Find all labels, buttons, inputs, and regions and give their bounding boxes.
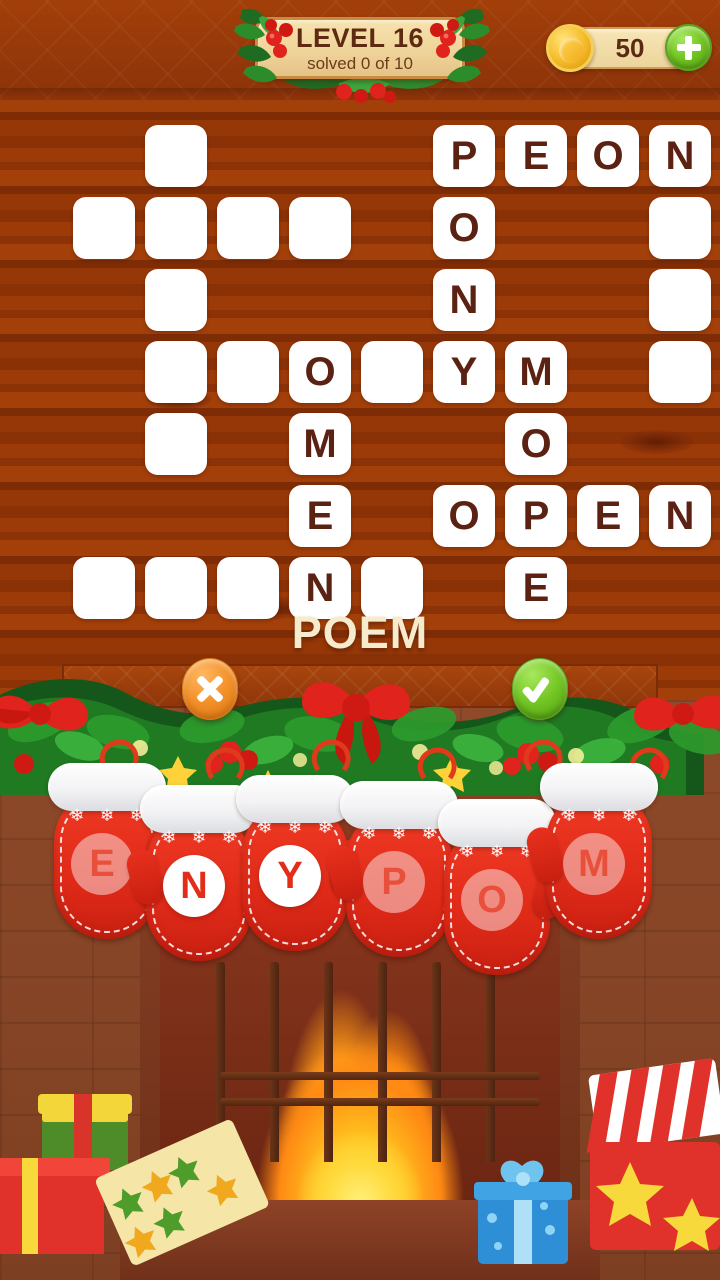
holly-decoration-right xyxy=(430,8,490,83)
grid-cell-filled: N xyxy=(649,125,711,187)
grid-cell-empty xyxy=(649,341,711,403)
snowflake-icon: ❄ ❄ ❄ xyxy=(362,824,436,843)
grid-cell-filled: Y xyxy=(433,341,495,403)
letter-tile-label: N xyxy=(163,855,225,917)
crossword-grid: PEONONOYMMOEOPENNE xyxy=(0,110,720,619)
snowflake-icon: ❄ ❄ ❄ xyxy=(460,842,534,861)
gift-pile-right xyxy=(474,1058,720,1264)
gift-red-star xyxy=(590,1142,720,1251)
submit-word-button[interactable] xyxy=(512,658,568,720)
grid-cell-filled: O xyxy=(577,125,639,187)
grid-cell-filled: E xyxy=(289,485,351,547)
grid-cell-empty xyxy=(145,341,207,403)
grid-cell-empty xyxy=(217,341,279,403)
grid-cell-filled: P xyxy=(433,125,495,187)
coin-counter: 50 xyxy=(546,24,712,74)
coin-icon xyxy=(546,24,594,72)
snowflake-icon: ❄ ❄ ❄ xyxy=(162,828,236,847)
level-title: LEVEL 16 xyxy=(295,22,425,53)
grate-bar xyxy=(378,962,387,1162)
grid-cell-empty xyxy=(289,197,351,259)
letter-tile-label: M xyxy=(563,833,625,895)
mitten-cuff xyxy=(236,775,354,823)
snowflake-icon: ❄ ❄ ❄ xyxy=(562,806,636,825)
grid-cell-empty xyxy=(217,197,279,259)
plus-icon xyxy=(676,35,701,60)
letter-rack: ❄ ❄ ❄ E ❄ ❄ ❄ N ❄ ❄ ❄ Y ❄ ❄ ❄ P ❄ ❄ ❄ O ❄ ❄ ❄ M xyxy=(0,755,720,975)
clear-word-button[interactable] xyxy=(182,658,238,720)
grid-cell-empty xyxy=(145,413,207,475)
grid-cell-empty xyxy=(145,269,207,331)
add-coins-button[interactable] xyxy=(665,24,712,71)
grid-cell-empty xyxy=(649,269,711,331)
grid-cell-empty xyxy=(649,197,711,259)
letter-tile[interactable]: ❄ ❄ ❄ O xyxy=(438,791,573,981)
grid-cell-empty xyxy=(73,197,135,259)
grid-cell-filled: M xyxy=(289,413,351,475)
grid-cell-filled: E xyxy=(505,125,567,187)
fireplace-scene: ❄ ❄ ❄ E ❄ ❄ ❄ N ❄ ❄ ❄ Y ❄ ❄ ❄ P ❄ ❄ ❄ O ❄ ❄ ❄ M xyxy=(0,660,720,1280)
letter-tile-label: P xyxy=(363,851,425,913)
letter-tile[interactable]: ❄ ❄ ❄ M xyxy=(523,755,658,945)
grid-cell-empty xyxy=(361,341,423,403)
letter-tile-label: E xyxy=(71,833,133,895)
game-screen: LEVEL 16 solved 0 of 10 50 P E O N O N O… xyxy=(0,0,720,1280)
gift-blue xyxy=(474,1160,572,1264)
grid-cell-filled: P xyxy=(505,485,567,547)
check-icon xyxy=(523,672,557,706)
gift-pile-left xyxy=(0,1094,269,1265)
gift-red xyxy=(0,1158,110,1254)
letter-tile-label: Y xyxy=(259,845,321,907)
grid-cell-filled: O xyxy=(505,413,567,475)
grid-cell-filled: M xyxy=(505,341,567,403)
x-icon xyxy=(195,674,225,704)
grid-cell-filled: E xyxy=(577,485,639,547)
grid-cell-filled: N xyxy=(649,485,711,547)
level-progress: solved 0 of 10 xyxy=(307,53,413,73)
grid-cell-filled: O xyxy=(433,485,495,547)
gift-striped xyxy=(586,1058,720,1153)
snowflake-icon: ❄ ❄ ❄ xyxy=(258,818,332,837)
grid-cell-filled: O xyxy=(433,197,495,259)
grid-cell-empty xyxy=(145,197,207,259)
grid-cell-filled: O xyxy=(289,341,351,403)
mitten-cuff xyxy=(540,763,658,811)
grid-cell-empty xyxy=(145,125,207,187)
grate-bar xyxy=(270,962,279,1162)
snowflake-icon: ❄ ❄ ❄ xyxy=(70,806,144,825)
current-word-display: POEM xyxy=(291,607,429,658)
grid-cell-filled: N xyxy=(433,269,495,331)
letter-tile-label: O xyxy=(461,869,523,931)
grate-bar xyxy=(324,962,333,1162)
holly-decoration-left xyxy=(234,8,293,83)
